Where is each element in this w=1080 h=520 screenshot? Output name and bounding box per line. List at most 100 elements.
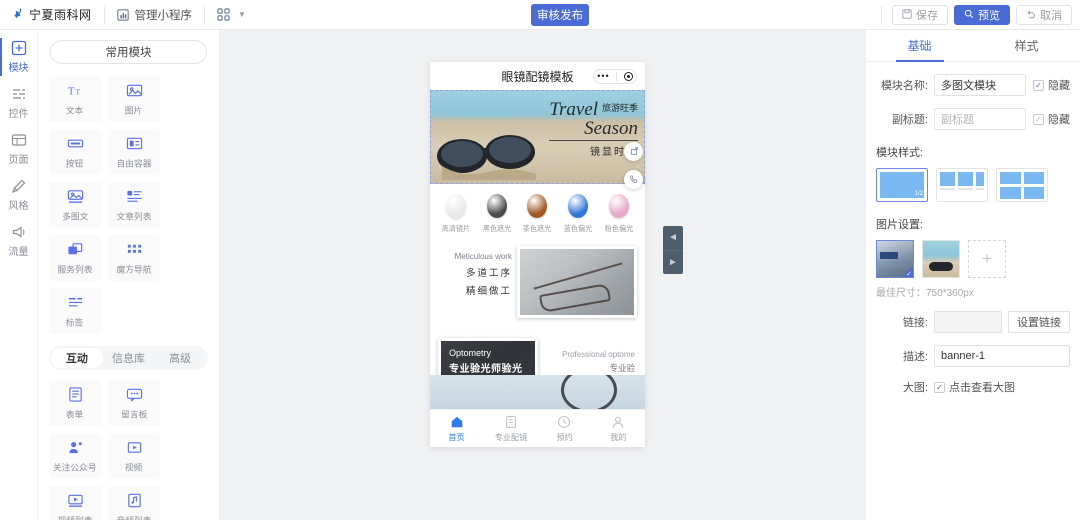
rail-item-traffic[interactable]: 流量 — [0, 218, 37, 264]
common-modules-header[interactable]: 常用模块 — [50, 40, 207, 64]
tabbar-label: 首页 — [448, 431, 465, 442]
top-header: 宁夏雨科网 管理小程序 ▼ 审核发布 保存 预览 取消 — [0, 0, 1080, 30]
interactive-modules-grid: 表单留言板关注公众号视频视频列表音频列表在线投票查询名片列表打卡活动在线答题+−… — [38, 380, 219, 520]
module-name-input[interactable]: 多图文模块 — [934, 74, 1026, 96]
common-module-cell[interactable]: 魔方导航 — [108, 235, 160, 281]
rail-item-widgets[interactable]: 控件 — [0, 80, 37, 126]
link-input[interactable] — [934, 311, 1002, 333]
common-module-cell[interactable]: 标签 — [49, 288, 101, 334]
thumb-shape — [1000, 172, 1044, 184]
meticulous-module[interactable]: Meticulous work 多道工序 精细做工 — [430, 242, 645, 320]
interactive-module-cell[interactable]: 视频列表 — [49, 486, 101, 520]
rail-label-modules: 模块 — [8, 63, 29, 74]
rail-item-style[interactable]: 风格 — [0, 172, 37, 218]
subtitle-hide-checkbox[interactable]: ✓ 隐藏 — [1033, 111, 1070, 127]
add-image-button[interactable]: + — [968, 240, 1006, 278]
editor-canvas[interactable]: 眼镜配镜模板 ••• Travel 旅游旺季 Season 镜显时尚 高清镜片 … — [220, 30, 865, 520]
glasses-temple-shape — [533, 262, 623, 290]
tab-style[interactable]: 样式 — [973, 30, 1080, 61]
message-board-icon — [125, 385, 143, 403]
interactive-module-cell[interactable]: 表单 — [49, 380, 101, 426]
optometry-cn: 专业验光师验光 — [449, 364, 523, 375]
capsule-divider — [616, 72, 618, 81]
container-icon — [125, 134, 143, 152]
cancel-button[interactable]: 取消 — [1016, 5, 1072, 25]
interactive-module-label: 留言板 — [120, 410, 148, 421]
common-module-cell[interactable]: 多图文 — [49, 182, 101, 228]
common-module-cell[interactable]: T T 文本 — [49, 76, 101, 122]
lens-option[interactable]: 茶色遮光 — [522, 194, 552, 234]
nav-manage-miniprogram[interactable]: 管理小程序 — [117, 7, 193, 23]
common-module-cell[interactable]: 图片 — [108, 76, 160, 122]
style-thumb-three-col[interactable] — [936, 168, 988, 202]
common-module-cell[interactable]: 服务列表 — [49, 235, 101, 281]
miniprogram-capsule[interactable]: ••• — [593, 69, 637, 84]
interactive-module-cell[interactable]: 留言板 — [108, 380, 160, 426]
banner-season-text: Season — [584, 118, 638, 139]
interactive-module-cell[interactable]: 音频列表 — [108, 486, 160, 520]
lens-option[interactable]: 粉色偏光 — [604, 194, 634, 234]
arrow-right-icon[interactable]: ► — [663, 249, 683, 275]
tabbar-item[interactable]: 预约 — [538, 415, 592, 443]
follow-account-icon — [66, 438, 84, 456]
module-move-tools: ◄ ► — [663, 226, 683, 274]
svg-text:T: T — [75, 87, 80, 96]
subtitle-input[interactable]: 副标题 — [934, 108, 1026, 130]
glasses-arc-shape — [561, 375, 617, 409]
publish-button[interactable]: 审核发布 — [531, 4, 589, 26]
tab-basic[interactable]: 基础 — [866, 30, 973, 61]
tabbar-item[interactable]: 首页 — [430, 415, 484, 443]
common-module-label: 文章列表 — [116, 212, 152, 223]
lens-label: 高清镜片 — [442, 224, 471, 233]
lens-option[interactable]: 高清镜片 — [441, 194, 471, 234]
user-icon — [611, 415, 625, 429]
module-name-field: 模块名称: 多图文模块 ✓ 隐藏 — [866, 74, 1080, 96]
interactive-module-cell[interactable]: 视频 — [108, 433, 160, 479]
bottom-photo-module[interactable] — [430, 375, 645, 409]
module-name-hide-label: 隐藏 — [1048, 80, 1070, 92]
image-thumb-1[interactable]: ✓ — [876, 240, 914, 278]
phone-float-button[interactable] — [624, 170, 643, 189]
lens-option[interactable]: 黑色遮光 — [482, 194, 512, 234]
set-link-button[interactable]: 设置链接 — [1008, 311, 1070, 333]
interactive-module-cell[interactable]: 关注公众号 — [49, 433, 101, 479]
big-image-checkbox[interactable]: ✓ 点击查看大图 — [934, 379, 1015, 395]
arrow-left-icon[interactable]: ◄ — [663, 226, 683, 250]
common-module-label: 多图文 — [61, 212, 89, 223]
image-thumb-2[interactable] — [922, 240, 960, 278]
share-float-button[interactable] — [624, 142, 643, 161]
chevron-down-icon: ▼ — [238, 10, 246, 19]
lens-option[interactable]: 蓝色偏光 — [563, 194, 593, 234]
image-thumbs: ✓ + — [866, 240, 1080, 278]
panel-tab-2[interactable]: 高级 — [154, 348, 206, 368]
thumb-shape-2 — [1000, 187, 1044, 199]
check-icon: ✓ — [906, 271, 912, 278]
properties-panel: 基础 样式 模块名称: 多图文模块 ✓ 隐藏 副标题: 副标题 ✓ 隐藏 模块样… — [865, 30, 1080, 520]
panel-tab-1[interactable]: 信息库 — [103, 348, 155, 368]
plus-square-icon — [11, 40, 27, 56]
save-button[interactable]: 保存 — [892, 5, 948, 25]
tabbar-item[interactable]: 专业配镜 — [484, 415, 538, 443]
common-module-cell[interactable]: 自由容器 — [108, 129, 160, 175]
brand-logo[interactable]: 宁夏雨科网 — [0, 6, 92, 24]
rail-item-modules[interactable]: 模块 — [0, 34, 37, 80]
module-name-hide-checkbox[interactable]: ✓ 隐藏 — [1033, 77, 1070, 93]
preview-button[interactable]: 预览 — [954, 5, 1010, 25]
panel-tab-0[interactable]: 互动 — [51, 348, 103, 368]
banner-module[interactable]: Travel旅游旺季 Season 镜显时尚 2/2 — [430, 90, 645, 184]
style-thumb-grid-four[interactable] — [996, 168, 1048, 202]
tabbar-label: 预约 — [556, 431, 573, 442]
common-module-cell[interactable]: 按钮 — [49, 129, 101, 175]
tabbar-item[interactable]: 我的 — [591, 415, 645, 443]
rail-item-pages[interactable]: 页面 — [0, 126, 37, 172]
meticulous-cn-1: 多道工序 — [465, 268, 512, 279]
apps-switcher[interactable]: ▼ — [217, 8, 246, 21]
common-module-cell[interactable]: 文章列表 — [108, 182, 160, 228]
style-thumb-single[interactable]: 1/2 — [876, 168, 928, 202]
common-module-label: 文本 — [66, 106, 84, 117]
save-label: 保存 — [916, 10, 938, 22]
common-module-label: 图片 — [125, 106, 143, 117]
description-input[interactable]: banner-1 — [934, 345, 1070, 367]
best-size-hint: 最佳尺寸：750*360px — [876, 288, 974, 299]
nav-manage-label: 管理小程序 — [134, 9, 193, 22]
